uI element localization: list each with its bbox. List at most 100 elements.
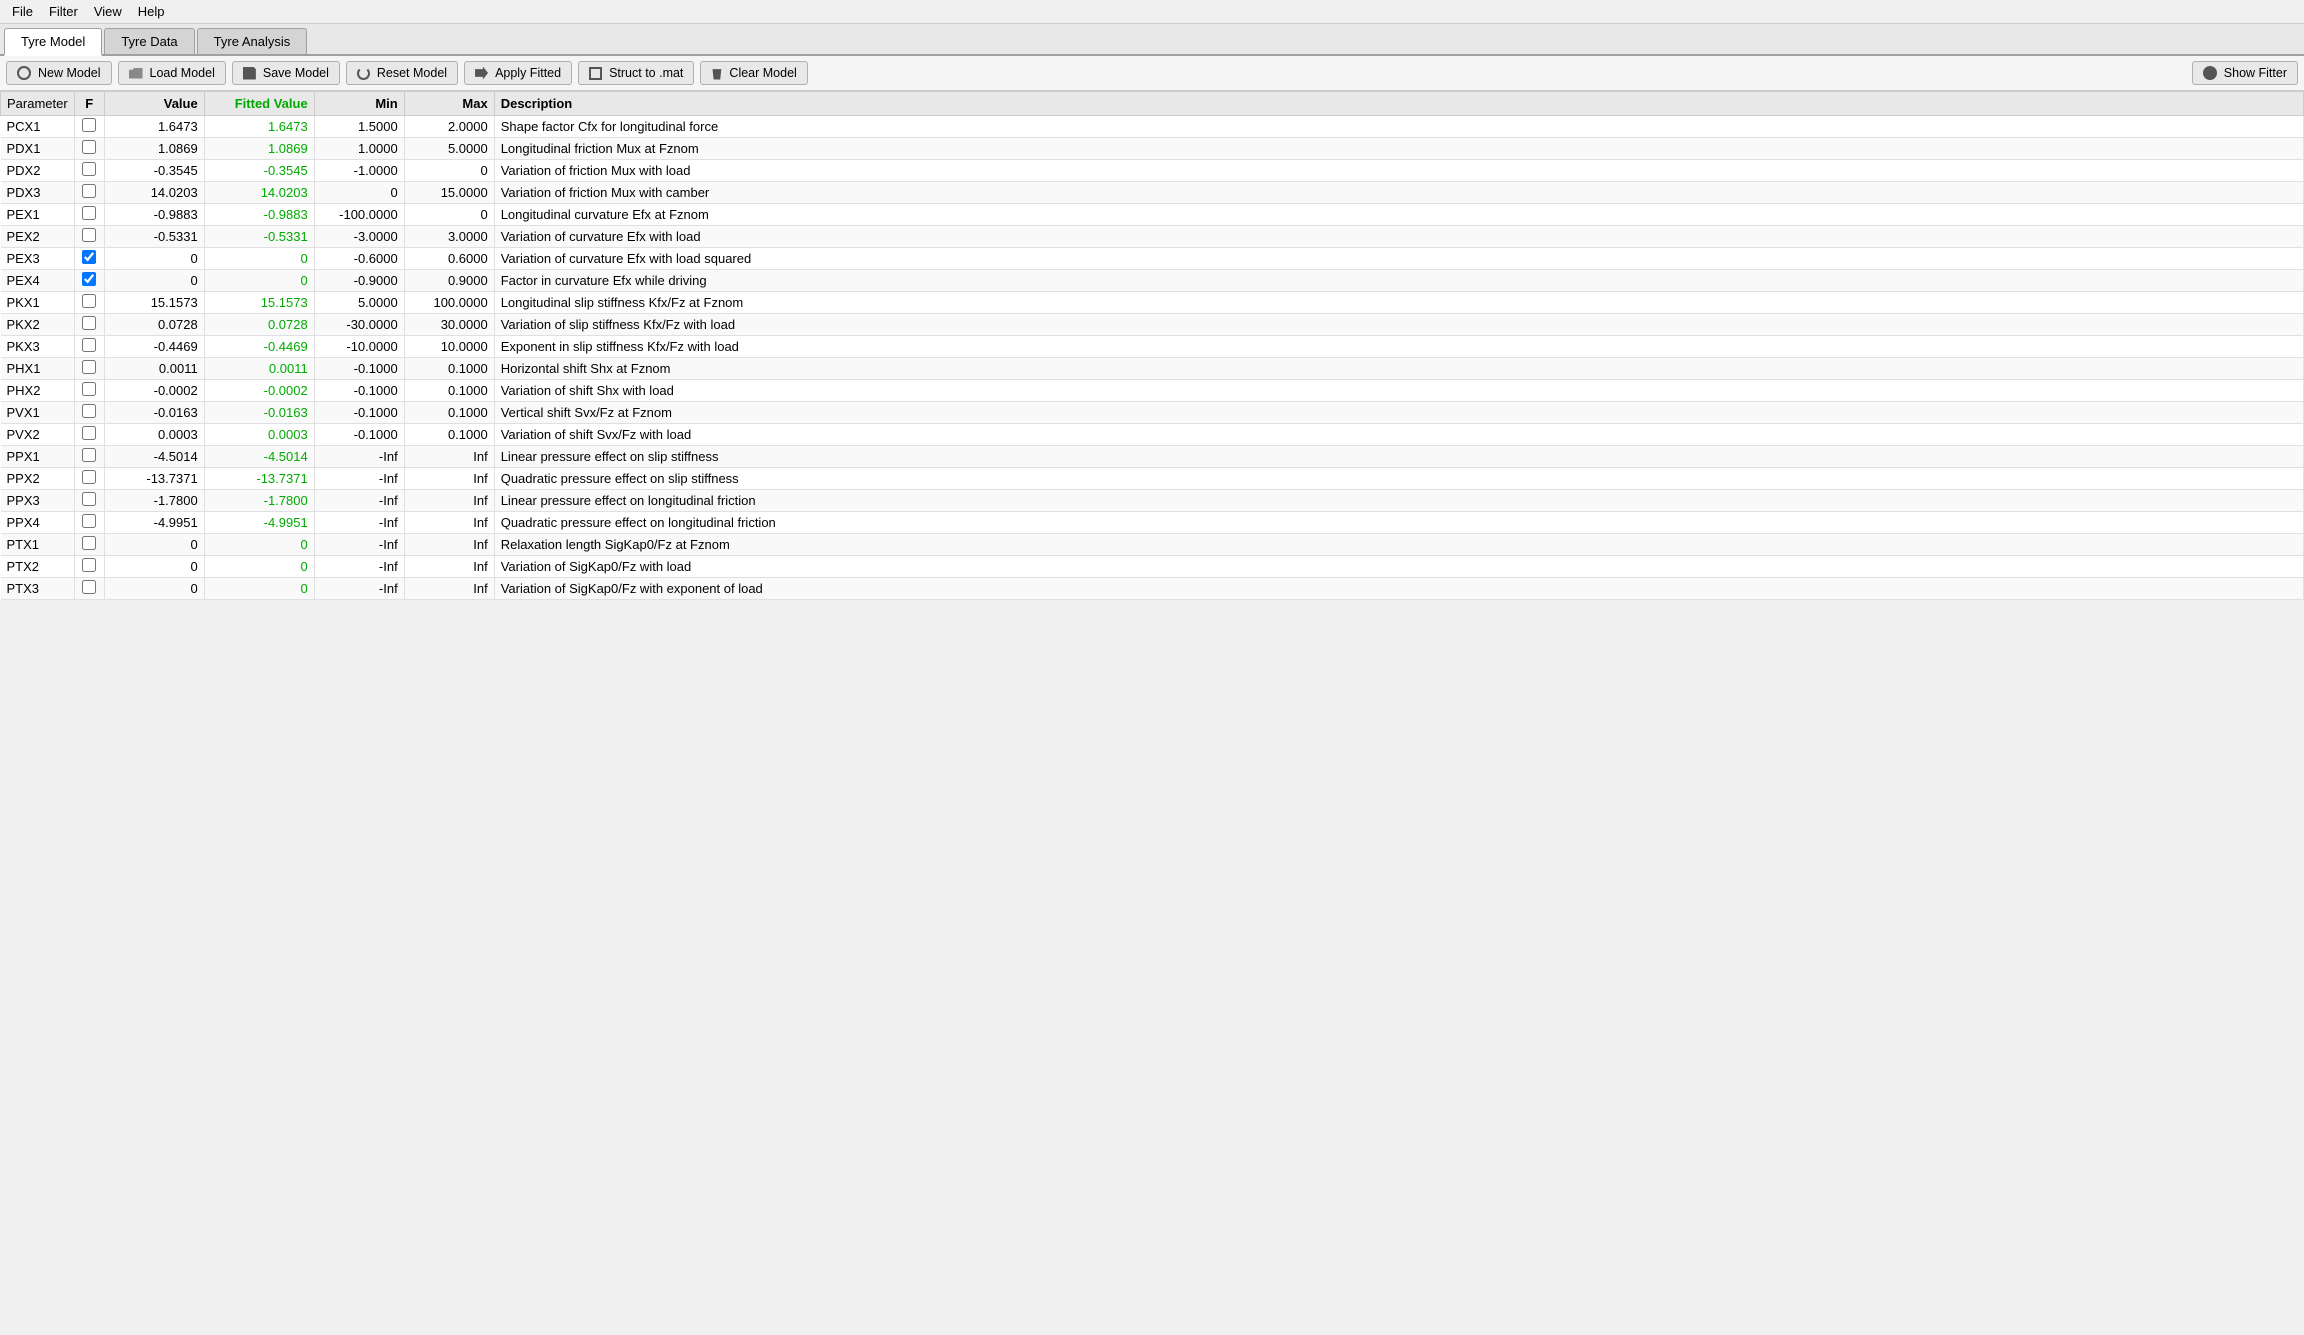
- cell-fitted-value: -0.3545: [204, 160, 314, 182]
- f-checkbox[interactable]: [82, 536, 96, 550]
- table-row: PPX4-4.9951-4.9951-InfInfQuadratic press…: [1, 512, 2304, 534]
- f-checkbox[interactable]: [82, 184, 96, 198]
- cell-f[interactable]: [74, 270, 104, 292]
- apply-fitted-icon: [475, 67, 488, 80]
- cell-f[interactable]: [74, 424, 104, 446]
- cell-min: -100.0000: [314, 204, 404, 226]
- cell-value: -4.9951: [104, 512, 204, 534]
- cell-description: Shape factor Cfx for longitudinal force: [494, 116, 2303, 138]
- f-checkbox[interactable]: [82, 118, 96, 132]
- f-checkbox[interactable]: [82, 360, 96, 374]
- f-checkbox[interactable]: [82, 338, 96, 352]
- cell-param: PTX1: [1, 534, 75, 556]
- cell-f[interactable]: [74, 446, 104, 468]
- reset-model-button[interactable]: Reset Model: [346, 61, 458, 85]
- cell-f[interactable]: [74, 182, 104, 204]
- load-model-icon: [129, 68, 143, 79]
- menu-file[interactable]: File: [4, 2, 41, 21]
- cell-value: -13.7371: [104, 468, 204, 490]
- cell-min: -Inf: [314, 512, 404, 534]
- tab-tyre-data[interactable]: Tyre Data: [104, 28, 194, 54]
- cell-f[interactable]: [74, 534, 104, 556]
- cell-description: Variation of shift Svx/Fz with load: [494, 424, 2303, 446]
- new-model-button[interactable]: New Model: [6, 61, 112, 85]
- cell-f[interactable]: [74, 292, 104, 314]
- cell-max: 0.1000: [404, 380, 494, 402]
- save-model-button[interactable]: Save Model: [232, 61, 340, 85]
- cell-f[interactable]: [74, 336, 104, 358]
- header-min: Min: [314, 92, 404, 116]
- struct-to-mat-icon: [589, 67, 602, 80]
- f-checkbox[interactable]: [82, 272, 96, 286]
- f-checkbox[interactable]: [82, 250, 96, 264]
- table-row: PEX1-0.9883-0.9883-100.00000Longitudinal…: [1, 204, 2304, 226]
- cell-f[interactable]: [74, 226, 104, 248]
- f-checkbox[interactable]: [82, 228, 96, 242]
- clear-model-icon: [711, 67, 722, 80]
- reset-model-icon: [357, 67, 370, 80]
- f-checkbox[interactable]: [82, 294, 96, 308]
- menu-filter[interactable]: Filter: [41, 2, 86, 21]
- table-row: PPX3-1.7800-1.7800-InfInfLinear pressure…: [1, 490, 2304, 512]
- cell-f[interactable]: [74, 248, 104, 270]
- tab-tyre-model[interactable]: Tyre Model: [4, 28, 102, 56]
- clear-model-button[interactable]: Clear Model: [700, 61, 807, 85]
- tab-bar: Tyre Model Tyre Data Tyre Analysis: [0, 24, 2304, 56]
- cell-param: PPX1: [1, 446, 75, 468]
- table-row: PDX314.020314.0203015.0000Variation of f…: [1, 182, 2304, 204]
- f-checkbox[interactable]: [82, 470, 96, 484]
- struct-to-mat-button[interactable]: Struct to .mat: [578, 61, 694, 85]
- cell-fitted-value: 0.0011: [204, 358, 314, 380]
- cell-max: 15.0000: [404, 182, 494, 204]
- f-checkbox[interactable]: [82, 514, 96, 528]
- f-checkbox[interactable]: [82, 448, 96, 462]
- cell-fitted-value: -1.7800: [204, 490, 314, 512]
- cell-f[interactable]: [74, 402, 104, 424]
- cell-param: PTX3: [1, 578, 75, 600]
- apply-fitted-button[interactable]: Apply Fitted: [464, 61, 572, 85]
- cell-f[interactable]: [74, 160, 104, 182]
- cell-min: -1.0000: [314, 160, 404, 182]
- cell-f[interactable]: [74, 358, 104, 380]
- cell-f[interactable]: [74, 512, 104, 534]
- cell-value: 14.0203: [104, 182, 204, 204]
- f-checkbox[interactable]: [82, 382, 96, 396]
- cell-fitted-value: -0.9883: [204, 204, 314, 226]
- toolbar: New Model Load Model Save Model Reset Mo…: [0, 56, 2304, 91]
- cell-min: -30.0000: [314, 314, 404, 336]
- cell-f[interactable]: [74, 468, 104, 490]
- cell-description: Linear pressure effect on slip stiffness: [494, 446, 2303, 468]
- cell-f[interactable]: [74, 556, 104, 578]
- f-checkbox[interactable]: [82, 404, 96, 418]
- cell-value: 15.1573: [104, 292, 204, 314]
- f-checkbox[interactable]: [82, 580, 96, 594]
- table-row: PEX300-0.60000.6000Variation of curvatur…: [1, 248, 2304, 270]
- f-checkbox[interactable]: [82, 558, 96, 572]
- cell-param: PEX1: [1, 204, 75, 226]
- f-checkbox[interactable]: [82, 140, 96, 154]
- menu-view[interactable]: View: [86, 2, 130, 21]
- show-fitter-button[interactable]: Show Fitter: [2192, 61, 2298, 85]
- f-checkbox[interactable]: [82, 316, 96, 330]
- cell-param: PEX2: [1, 226, 75, 248]
- cell-f[interactable]: [74, 204, 104, 226]
- cell-fitted-value: 0: [204, 578, 314, 600]
- cell-f[interactable]: [74, 116, 104, 138]
- f-checkbox[interactable]: [82, 162, 96, 176]
- header-parameter: Parameter: [1, 92, 75, 116]
- cell-f[interactable]: [74, 578, 104, 600]
- menu-bar: File Filter View Help: [0, 0, 2304, 24]
- cell-f[interactable]: [74, 138, 104, 160]
- table-row: PHX2-0.0002-0.0002-0.10000.1000Variation…: [1, 380, 2304, 402]
- menu-help[interactable]: Help: [130, 2, 173, 21]
- tab-tyre-analysis[interactable]: Tyre Analysis: [197, 28, 308, 54]
- f-checkbox[interactable]: [82, 492, 96, 506]
- cell-f[interactable]: [74, 380, 104, 402]
- cell-min: 1.5000: [314, 116, 404, 138]
- f-checkbox[interactable]: [82, 426, 96, 440]
- load-model-button[interactable]: Load Model: [118, 61, 226, 85]
- f-checkbox[interactable]: [82, 206, 96, 220]
- cell-max: Inf: [404, 556, 494, 578]
- cell-f[interactable]: [74, 490, 104, 512]
- cell-f[interactable]: [74, 314, 104, 336]
